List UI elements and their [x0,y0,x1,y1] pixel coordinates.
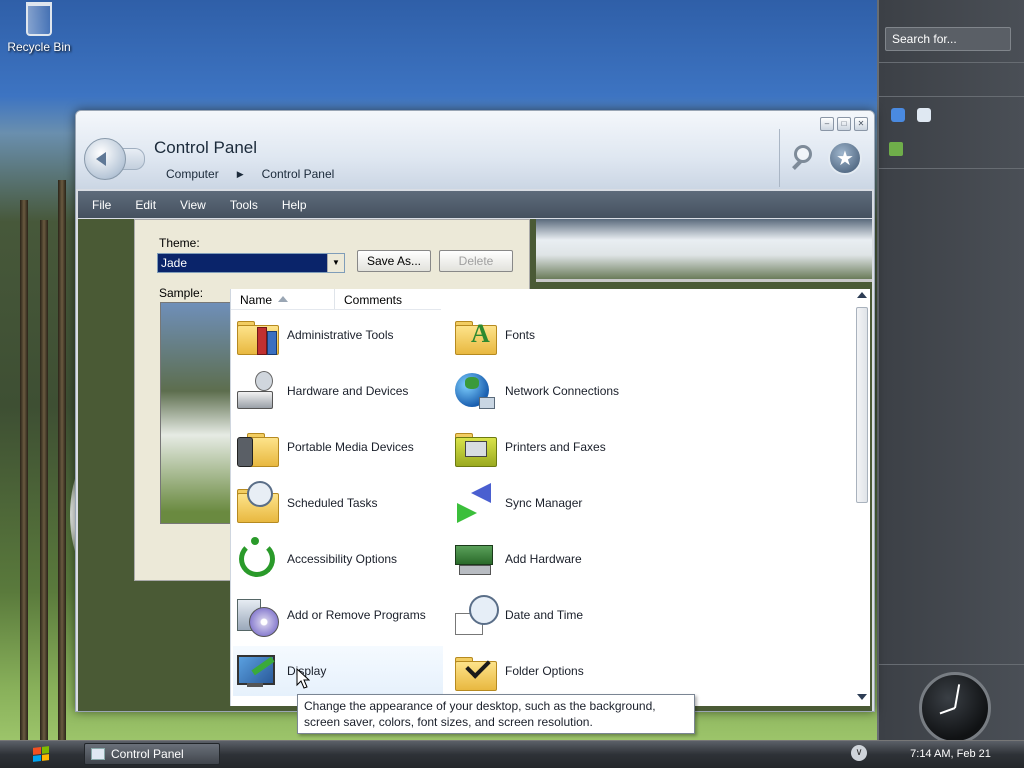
window-controls: – □ ✕ [820,117,868,131]
gadget-icon[interactable] [889,142,903,156]
scheduled-tasks-icon [233,479,281,527]
list-scrollbar[interactable] [854,289,870,706]
list-item[interactable]: Add or Remove Programs [233,590,443,640]
back-button[interactable] [84,138,126,180]
taskbar-item-label: Control Panel [111,747,184,761]
control-panel-icon [91,748,105,760]
sidebar-divider [879,96,1024,97]
recycle-bin-icon [26,2,52,36]
list-item[interactable]: Portable Media Devices [233,422,443,472]
tree-trunk [58,180,66,740]
date-time-icon [451,591,499,639]
sidebar-divider [879,62,1024,63]
menu-bar: File Edit View Tools Help [78,191,872,218]
hardware-devices-icon [233,367,281,415]
taskbar: Control Panel ∨ [0,740,1024,768]
accessibility-icon [233,535,281,583]
list-item[interactable]: Accessibility Options [233,534,443,584]
clock-hand [954,684,961,709]
list-item[interactable]: A Fonts [451,310,661,360]
scroll-thumb[interactable] [856,307,868,503]
sort-ascending-icon [278,296,289,302]
clock-hand [939,707,956,715]
gadget-icon[interactable] [891,108,905,122]
list-item[interactable]: Folder Options [451,646,661,696]
list-item[interactable]: Date and Time [451,590,661,640]
sample-label: Sample: [159,286,204,300]
clock-icon [919,672,991,744]
list-item[interactable]: Network Connections [451,366,661,416]
list-item[interactable]: Add Hardware [451,534,661,584]
sidebar-divider [879,664,1024,665]
taskbar-item-control-panel[interactable]: Control Panel [84,743,220,765]
favorites-star-icon[interactable]: ★ [828,141,862,175]
recycle-bin-label: Recycle Bin [7,40,71,54]
mouse-cursor-icon [296,668,310,689]
theme-value: Jade [161,256,188,270]
close-icon[interactable]: ✕ [854,117,868,131]
sync-manager-icon [451,479,499,527]
breadcrumb-control-panel[interactable]: Control Panel [262,167,335,181]
display-icon [233,647,281,695]
list-item[interactable]: Sync Manager [451,478,661,528]
menu-edit[interactable]: Edit [123,198,168,212]
theme-label: Theme: [159,236,200,250]
save-as-button[interactable]: Save As... [357,250,431,272]
tree-trunk [20,200,28,740]
windows-logo-icon [33,746,49,762]
scroll-up-icon[interactable] [857,292,867,298]
list-item[interactable]: Printers and Faxes [451,422,661,472]
start-button[interactable] [6,743,76,765]
breadcrumb-arrow-icon: ▶ [236,168,244,179]
title-bar: Control Panel Computer ▶ Control Panel ★… [76,111,874,189]
printers-faxes-icon [451,423,499,471]
wallpaper-preview [536,219,872,282]
add-remove-programs-icon [233,591,281,639]
network-connections-icon [451,367,499,415]
breadcrumb-computer[interactable]: Computer [166,167,219,181]
search-icon[interactable] [792,143,820,171]
column-name[interactable]: Name [231,289,335,309]
list-item[interactable]: Display [233,646,443,696]
list-item[interactable]: Scheduled Tasks [233,478,443,528]
sidebar-search-input[interactable]: Search for... [885,27,1011,51]
chevron-down-icon[interactable]: ▼ [327,254,344,272]
list-item[interactable]: Administrative Tools [233,310,443,360]
menu-view[interactable]: View [168,198,218,212]
portable-media-icon [233,423,281,471]
menu-file[interactable]: File [78,198,123,212]
scroll-down-icon[interactable] [857,694,867,700]
menu-help[interactable]: Help [270,198,319,212]
folder-options-icon [451,647,499,695]
recycle-bin[interactable]: Recycle Bin [6,2,72,54]
maximize-icon[interactable]: □ [837,117,851,131]
tray-expand-icon[interactable]: ∨ [851,745,867,761]
tree-trunk [40,220,48,740]
minimize-icon[interactable]: – [820,117,834,131]
list-item[interactable]: Hardware and Devices [233,366,443,416]
add-hardware-icon [451,535,499,583]
clock-label-time: 7:14 AM, Feb 21 [910,748,991,760]
admin-tools-icon [233,311,281,359]
gadget-icon[interactable] [917,108,931,122]
title-divider [779,129,780,187]
control-panel-list: Name Comments Administrative Tools A Fon… [230,289,870,706]
column-comments[interactable]: Comments [335,289,441,309]
display-tooltip: Change the appearance of your desktop, s… [297,694,695,734]
delete-button[interactable]: Delete [439,250,513,272]
menu-tools[interactable]: Tools [218,198,270,212]
theme-select[interactable]: Jade ▼ [157,253,345,273]
window-title: Control Panel [154,138,258,157]
fonts-icon: A [451,311,499,359]
list-header: Name Comments [231,289,441,310]
sidebar-divider [879,168,1024,169]
breadcrumb: Computer ▶ Control Panel [166,167,334,181]
sidebar: Search for... [877,0,1024,744]
